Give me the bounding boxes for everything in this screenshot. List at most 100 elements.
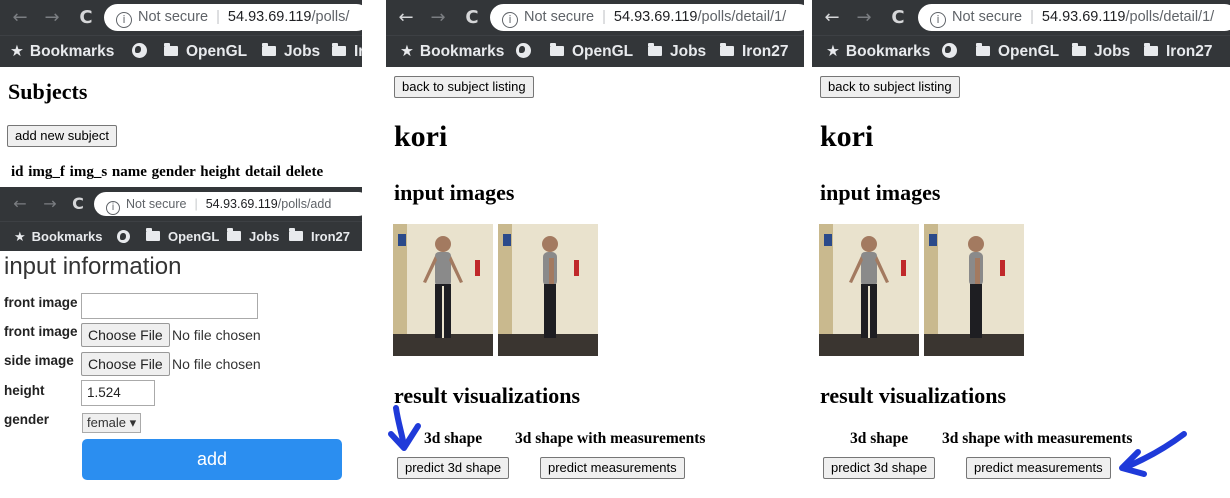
bookmarks-menu[interactable]: ★ Bookmarks xyxy=(826,36,930,68)
bookmark-folder-iron27[interactable]: Ir xyxy=(332,36,362,68)
forward-arrow-icon[interactable]: → xyxy=(40,0,64,35)
bookmarks-label: Bookmarks xyxy=(31,229,103,244)
bookmarks-bar: ★ Bookmarks OpenGL Jobs Iron27 xyxy=(386,35,804,67)
bookmark-label: OpenGL xyxy=(186,43,248,60)
bookmark-folder-iron27[interactable]: Iron27 xyxy=(289,222,350,252)
add-submit-button[interactable]: add xyxy=(82,439,342,480)
address-host: 54.93.69.119 xyxy=(1041,9,1126,25)
bookmark-folder-iron27[interactable]: Iron27 xyxy=(720,36,789,68)
address-bar[interactable]: i Not secure | 54.93.69.119/polls/detail/1/ xyxy=(490,4,804,31)
annotation-arrow-icon xyxy=(1119,431,1187,477)
side-photo-image xyxy=(498,224,598,356)
star-icon: ★ xyxy=(14,229,26,244)
address-separator: | xyxy=(194,197,198,211)
side-image-file-status: No file chosen xyxy=(172,356,261,372)
back-to-subject-listing-button[interactable]: back to subject listing xyxy=(820,76,960,98)
front-image-text-input[interactable] xyxy=(81,293,258,319)
folder-icon xyxy=(976,43,990,56)
globe-bookmark[interactable] xyxy=(516,36,531,68)
info-icon[interactable]: i xyxy=(116,12,132,28)
reload-icon[interactable]: C xyxy=(886,0,910,35)
subject-detail-page-panel-2: ← → C i Not secure | 54.93.69.119/polls/det… xyxy=(812,0,1230,498)
folder-icon xyxy=(720,43,734,56)
back-arrow-icon[interactable]: ← xyxy=(394,0,418,35)
bookmarks-menu[interactable]: ★ Bookmarks xyxy=(10,36,114,68)
front-image-choose-file-button[interactable]: Choose File xyxy=(81,323,170,347)
bookmark-folder-jobs[interactable]: Jobs xyxy=(648,36,706,68)
bookmarks-label: Bookmarks xyxy=(29,43,115,60)
folder-icon xyxy=(146,228,160,241)
back-arrow-icon[interactable]: ← xyxy=(8,187,32,221)
address-path: /polls/detail/1/ xyxy=(1125,9,1215,25)
info-icon[interactable]: i xyxy=(106,201,120,215)
forward-arrow-icon[interactable]: → xyxy=(426,0,450,35)
subjects-page-panel: ← → C i Not secure | 54.93.69.119/polls/ ★ B… xyxy=(0,0,362,187)
address-separator: | xyxy=(1030,9,1034,25)
predict-3d-shape-button[interactable]: predict 3d shape xyxy=(823,457,936,479)
address-bar[interactable]: i Not secure | 54.93.69.119/polls/ xyxy=(104,4,362,31)
bookmark-label: Ir xyxy=(354,43,362,60)
address-separator: | xyxy=(602,9,606,25)
side-image-choose-file-button[interactable]: Choose File xyxy=(81,352,170,376)
input-images-heading: input images xyxy=(820,180,941,205)
globe-icon xyxy=(132,43,147,58)
bookmarks-bar: ★ Bookmarks OpenGL Jobs Ir xyxy=(0,35,362,67)
bookmark-folder-opengl[interactable]: OpenGL xyxy=(976,36,1059,68)
folder-icon xyxy=(332,43,346,56)
bookmarks-menu[interactable]: ★ Bookmarks xyxy=(400,36,504,68)
side-photo xyxy=(924,224,1024,356)
back-to-subject-listing-button[interactable]: back to subject listing xyxy=(394,76,534,98)
result-visualizations-heading: result visualizations xyxy=(820,383,1007,408)
browser-toolbar: ← → C i Not secure | 54.93.69.119/polls/ xyxy=(0,0,362,35)
address-host: 54.93.69.119 xyxy=(227,9,312,25)
folder-icon xyxy=(227,228,241,241)
globe-bookmark[interactable] xyxy=(942,36,957,68)
bookmarks-bar: ★ Bookmarks OpenGL Jobs Iron27 xyxy=(0,221,362,251)
address-bar[interactable]: i Not secure | 54.93.69.119/polls/add xyxy=(94,192,362,216)
front-photo-image xyxy=(393,224,493,356)
back-arrow-icon[interactable]: ← xyxy=(8,0,32,35)
front-image-file-status: No file chosen xyxy=(172,327,261,343)
bookmark-folder-iron27[interactable]: Iron27 xyxy=(1144,36,1213,68)
predict-measurements-button[interactable]: predict measurements xyxy=(966,457,1111,479)
reload-icon[interactable]: C xyxy=(74,0,98,35)
address-path: /polls/add xyxy=(277,197,332,211)
info-icon[interactable]: i xyxy=(502,12,518,28)
security-label: Not secure xyxy=(126,197,187,211)
add-new-subject-button[interactable]: add new subject xyxy=(7,125,117,147)
globe-bookmark[interactable] xyxy=(132,36,147,68)
bookmarks-menu[interactable]: ★ Bookmarks xyxy=(14,222,102,252)
forward-arrow-icon[interactable]: → xyxy=(852,0,876,35)
forward-arrow-icon[interactable]: → xyxy=(38,187,62,221)
gender-select[interactable]: female ▾ xyxy=(82,413,142,433)
reload-icon[interactable]: C xyxy=(460,0,484,35)
3d-shape-label: 3d shape xyxy=(850,430,909,447)
bookmark-folder-opengl[interactable]: OpenGL xyxy=(146,222,219,252)
height-input[interactable]: 1.524 xyxy=(81,380,155,406)
bookmark-folder-jobs[interactable]: Jobs xyxy=(227,222,279,252)
bookmark-folder-jobs[interactable]: Jobs xyxy=(262,36,320,68)
bookmark-folder-opengl[interactable]: OpenGL xyxy=(164,36,247,68)
bookmarks-bar: ★ Bookmarks OpenGL Jobs Iron27 xyxy=(812,35,1230,67)
front-image-label: front image xyxy=(4,295,78,310)
bookmark-folder-opengl[interactable]: OpenGL xyxy=(550,36,633,68)
gender-label: gender xyxy=(4,412,50,427)
star-icon: ★ xyxy=(400,43,414,60)
subject-name-heading: kori xyxy=(820,120,874,153)
front-photo xyxy=(819,224,919,356)
globe-bookmark[interactable] xyxy=(117,222,130,252)
address-separator: | xyxy=(216,9,220,25)
info-icon[interactable]: i xyxy=(930,12,946,28)
security-label: Not secure xyxy=(138,9,209,25)
predict-measurements-button[interactable]: predict measurements xyxy=(540,457,685,479)
back-arrow-icon[interactable]: ← xyxy=(820,0,844,35)
globe-icon xyxy=(117,230,130,243)
address-bar[interactable]: i Not secure | 54.93.69.119/polls/detail/1/ xyxy=(918,4,1230,31)
reload-icon[interactable]: C xyxy=(66,187,90,221)
3d-shape-measurements-label: 3d shape with measurements xyxy=(515,430,706,447)
bookmark-folder-jobs[interactable]: Jobs xyxy=(1072,36,1130,68)
address-path: /polls/detail/1/ xyxy=(697,9,787,25)
predict-3d-shape-button[interactable]: predict 3d shape xyxy=(397,457,510,479)
form-title: input information xyxy=(4,253,182,280)
folder-icon xyxy=(289,228,303,241)
